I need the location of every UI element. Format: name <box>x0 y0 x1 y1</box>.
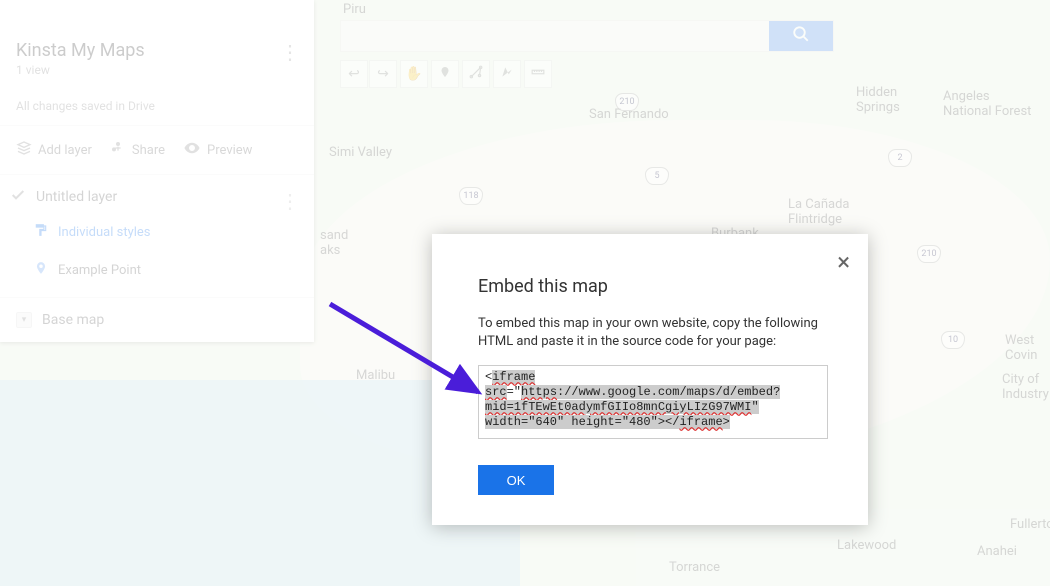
ok-button[interactable]: OK <box>478 465 554 495</box>
dialog-title: Embed this map <box>478 276 822 297</box>
embed-code-textarea[interactable]: <iframe src="https://www.google.com/maps… <box>478 365 828 439</box>
embed-dialog: × Embed this map To embed this map in yo… <box>432 234 868 525</box>
close-button[interactable]: × <box>837 250 850 274</box>
dialog-description: To embed this map in your own website, c… <box>478 315 822 351</box>
close-icon: × <box>837 248 850 276</box>
